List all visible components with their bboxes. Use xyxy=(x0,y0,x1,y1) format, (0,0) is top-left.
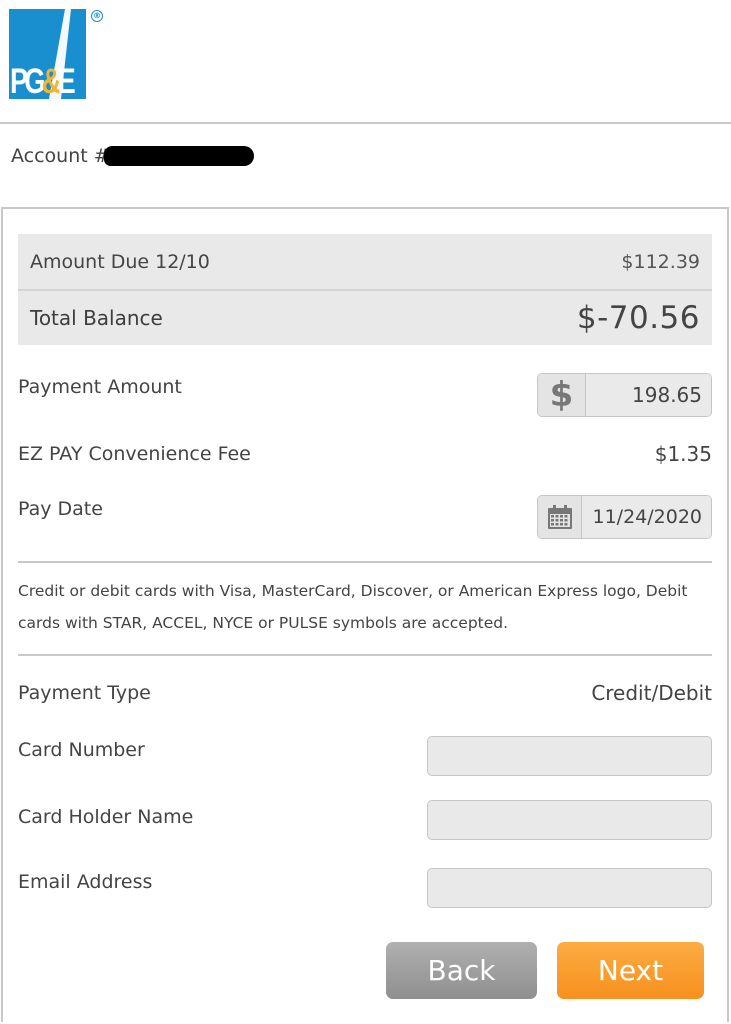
payment-amount-input[interactable]: $ 198.65 xyxy=(537,373,712,417)
dollar-icon: $ xyxy=(549,375,574,415)
card-number-label: Card Number xyxy=(18,739,145,761)
divider-top xyxy=(18,561,712,563)
pay-date-value[interactable]: 11/24/2020 xyxy=(582,496,711,538)
account-number: Account # xyxy=(11,145,254,167)
convenience-fee-value: $1.35 xyxy=(654,442,712,466)
pge-logo: PG&E xyxy=(9,9,86,99)
card-acceptance-notice: Credit or debit cards with Visa, MasterC… xyxy=(18,582,688,632)
account-redaction xyxy=(103,146,254,166)
card-holder-label: Card Holder Name xyxy=(18,806,194,828)
next-button[interactable]: Next xyxy=(557,942,704,999)
calendar-button[interactable] xyxy=(538,496,583,538)
email-input[interactable] xyxy=(427,868,712,908)
amount-due-label: Amount Due 12/10 xyxy=(30,250,210,273)
total-balance-label: Total Balance xyxy=(30,306,163,330)
total-balance-value: $-70.56 xyxy=(576,300,700,336)
account-label: Account # xyxy=(11,145,110,167)
payment-type-label: Payment Type xyxy=(18,682,151,704)
logo-text: PG&E xyxy=(10,62,76,99)
back-button[interactable]: Back xyxy=(386,942,537,999)
email-label: Email Address xyxy=(18,871,153,893)
payment-type-value: Credit/Debit xyxy=(591,681,712,705)
dollar-addon: $ xyxy=(538,374,586,416)
convenience-fee-label: EZ PAY Convenience Fee xyxy=(18,443,251,465)
card-number-input[interactable] xyxy=(427,736,712,776)
balance-summary: Amount Due 12/10 $112.39 Total Balance $… xyxy=(18,234,712,345)
header: PG&E ® xyxy=(0,0,731,124)
pay-date-input[interactable]: 11/24/2020 xyxy=(537,495,712,539)
registered-mark: ® xyxy=(91,10,103,22)
divider-bottom xyxy=(18,654,712,656)
calendar-icon xyxy=(547,505,572,529)
payment-amount-label: Payment Amount xyxy=(18,376,182,398)
pay-date-label: Pay Date xyxy=(18,498,103,520)
total-balance-row: Total Balance $-70.56 xyxy=(18,289,712,345)
card-holder-input[interactable] xyxy=(427,800,712,840)
payment-amount-value[interactable]: 198.65 xyxy=(586,374,711,416)
amount-due-value: $112.39 xyxy=(621,250,700,273)
amount-due-row: Amount Due 12/10 $112.39 xyxy=(18,234,712,289)
